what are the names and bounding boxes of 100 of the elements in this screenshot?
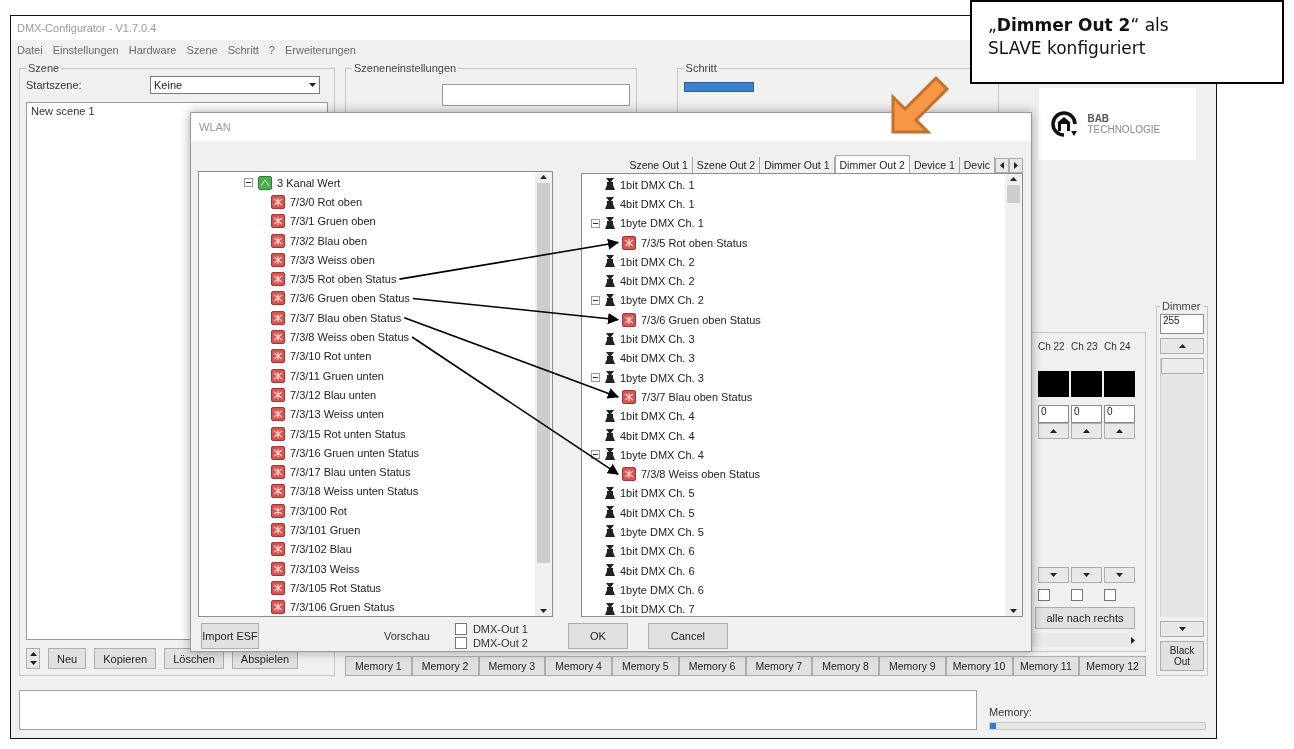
tree-item[interactable]: 1bit DMX Ch. 4 [620, 410, 695, 423]
value-field[interactable]: 255 [1160, 314, 1204, 334]
memory-button[interactable]: Memory 4 [545, 656, 612, 676]
memory-button[interactable]: Memory 12 [1079, 656, 1146, 676]
tree-item[interactable]: 7/3/5 Rot oben Status [290, 273, 397, 286]
tree-item[interactable]: 7/3/0 Rot oben [290, 195, 363, 208]
tree-item[interactable]: 7/3/3 Weiss oben [290, 253, 375, 266]
tree-item[interactable]: 7/3/100 Rot [290, 504, 347, 517]
up-button[interactable] [1104, 423, 1135, 439]
tree-item[interactable]: 7/3/2 Blau oben [290, 234, 368, 247]
tree-item[interactable]: 1bit DMX Ch. 5 [620, 487, 695, 500]
checkbox[interactable] [1038, 589, 1050, 601]
tree-item[interactable]: 7/3/102 Blau [290, 543, 352, 556]
blackout-button[interactable]: Black Out [1160, 641, 1204, 671]
tree-item[interactable]: 1byte DMX Ch. 2 [620, 294, 704, 307]
checkbox[interactable] [1104, 589, 1116, 601]
tree-item[interactable]: 1byte DMX Ch. 5 [620, 526, 704, 538]
down-button[interactable] [1038, 567, 1069, 583]
collapse-icon[interactable] [591, 218, 600, 228]
tree-item[interactable]: 1bit DMX Ch. 1 [620, 178, 695, 191]
memory-button[interactable]: Memory 8 [812, 656, 879, 676]
down-button[interactable] [1160, 621, 1204, 637]
tree-item[interactable]: 7/3/7 Blau oben Status [290, 311, 402, 324]
tree-item[interactable]: 1byte DMX Ch. 6 [620, 583, 704, 596]
up-button[interactable] [1160, 338, 1204, 354]
scene-button[interactable]: Kopieren [94, 648, 157, 669]
down-button[interactable] [1071, 567, 1102, 583]
collapse-icon[interactable] [591, 450, 600, 460]
memory-button[interactable]: Memory 9 [879, 656, 946, 676]
value-field[interactable]: 0 [1038, 405, 1069, 423]
dropdown[interactable]: Keine [150, 76, 320, 94]
ok-button[interactable]: OK [567, 623, 628, 649]
memory-button[interactable]: Memory 10 [945, 656, 1013, 676]
cancel-button[interactable]: Cancel [647, 623, 728, 649]
checkbox[interactable] [454, 637, 467, 649]
tree-item[interactable]: 1bit DMX Ch. 7 [620, 603, 695, 616]
collapse-icon[interactable] [591, 295, 600, 305]
scene-button[interactable]: Neu [48, 648, 87, 669]
scrollbar[interactable] [535, 172, 552, 616]
tree-item[interactable]: 1bit DMX Ch. 3 [620, 333, 695, 345]
menu-item[interactable]: Szene [186, 44, 218, 56]
tree-item[interactable]: 1bit DMX Ch. 6 [620, 545, 695, 558]
tree-item[interactable]: 7/3/105 Rot Status [290, 581, 382, 594]
tree-item[interactable]: 1byte DMX Ch. 4 [620, 448, 704, 461]
memory-button[interactable]: Memory 1 [345, 656, 412, 676]
tree-item[interactable]: 7/3/101 Gruen [290, 524, 361, 536]
tree-item[interactable]: 7/3/15 Rot unten Status [290, 427, 406, 440]
checkbox[interactable] [1071, 589, 1083, 601]
memory-button[interactable]: Memory 2 [411, 656, 479, 676]
collapse-icon[interactable] [591, 373, 600, 383]
down-button[interactable] [1104, 567, 1135, 583]
memory-button[interactable]: Memory 11 [1012, 656, 1080, 676]
scroll-left-button[interactable] [995, 158, 1009, 173]
value-field[interactable]: 0 [1071, 405, 1102, 423]
tree-item[interactable]: 7/3/8 Weiss oben Status [290, 331, 410, 343]
tree-item[interactable]: 4bit DMX Ch. 4 [620, 429, 695, 442]
tree-item[interactable]: 7/3/6 Gruen oben Status [290, 292, 410, 305]
input-field[interactable] [442, 84, 630, 106]
tree-item[interactable]: 7/3/6 Gruen oben Status [641, 313, 761, 326]
menu-item[interactable]: Hardware [128, 44, 177, 56]
tree-item[interactable]: 1byte DMX Ch. 1 [620, 217, 704, 230]
import-button[interactable]: Import ESF [201, 623, 259, 649]
tree-item[interactable]: 3 Kanal Wert [277, 176, 341, 189]
tree-item[interactable]: 7/3/18 Weiss unten Status [290, 485, 419, 498]
collapse-icon[interactable] [244, 178, 253, 188]
spin-button[interactable] [26, 648, 40, 669]
up-button[interactable] [1071, 423, 1102, 439]
memory-button[interactable]: Memory 6 [678, 656, 746, 676]
scrollbar[interactable] [1005, 174, 1022, 616]
tree-item[interactable]: 7/3/12 Blau unten [290, 388, 377, 401]
menu-item[interactable]: Schritt [227, 44, 259, 56]
tree-item[interactable]: 7/3/13 Weiss unten [290, 408, 384, 421]
slider-thumb[interactable] [1161, 358, 1204, 374]
tree-item[interactable]: 4bit DMX Ch. 3 [620, 352, 695, 365]
value-field[interactable]: 0 [1104, 405, 1135, 423]
tree-item[interactable]: 7/3/103 Weiss [290, 562, 360, 575]
tree-item[interactable]: 7/3/1 Gruen oben [290, 215, 376, 228]
checkbox[interactable] [454, 623, 467, 635]
scroll-right-button[interactable] [1009, 158, 1023, 173]
tree-item[interactable]: 7/3/10 Rot unten [290, 350, 372, 363]
menu-item[interactable]: Einstellungen [52, 44, 119, 56]
tab[interactable]: Dimmer Out 2 [834, 155, 910, 173]
tree-item[interactable]: 1byte DMX Ch. 3 [620, 371, 704, 384]
tree-item[interactable]: 7/3/17 Blau unten Status [290, 466, 411, 479]
tree-item[interactable]: 4bit DMX Ch. 5 [620, 506, 695, 519]
up-button[interactable] [1038, 423, 1069, 439]
menu-item[interactable]: ? [268, 44, 275, 56]
menu-item[interactable]: Erweiterungen [284, 44, 356, 56]
tree-item[interactable]: 7/3/16 Gruen unten Status [290, 446, 420, 459]
scrollbar-thumb[interactable] [537, 183, 550, 563]
shift-button[interactable]: alle nach rechts [1035, 607, 1135, 629]
tree-item[interactable]: 1bit DMX Ch. 2 [620, 255, 695, 268]
tree-item[interactable]: 7/3/5 Rot oben Status [641, 236, 748, 249]
tree-item[interactable]: 4bit DMX Ch. 6 [620, 564, 695, 577]
memory-button[interactable]: Memory 5 [612, 656, 679, 676]
tree-item[interactable]: 7/3/11 Gruen unten [290, 369, 384, 382]
scrollbar-thumb[interactable] [1007, 185, 1020, 203]
tree-item[interactable]: 7/3/8 Weiss oben Status [641, 468, 761, 481]
text-area[interactable] [19, 690, 977, 730]
memory-button[interactable]: Memory 3 [478, 656, 546, 676]
